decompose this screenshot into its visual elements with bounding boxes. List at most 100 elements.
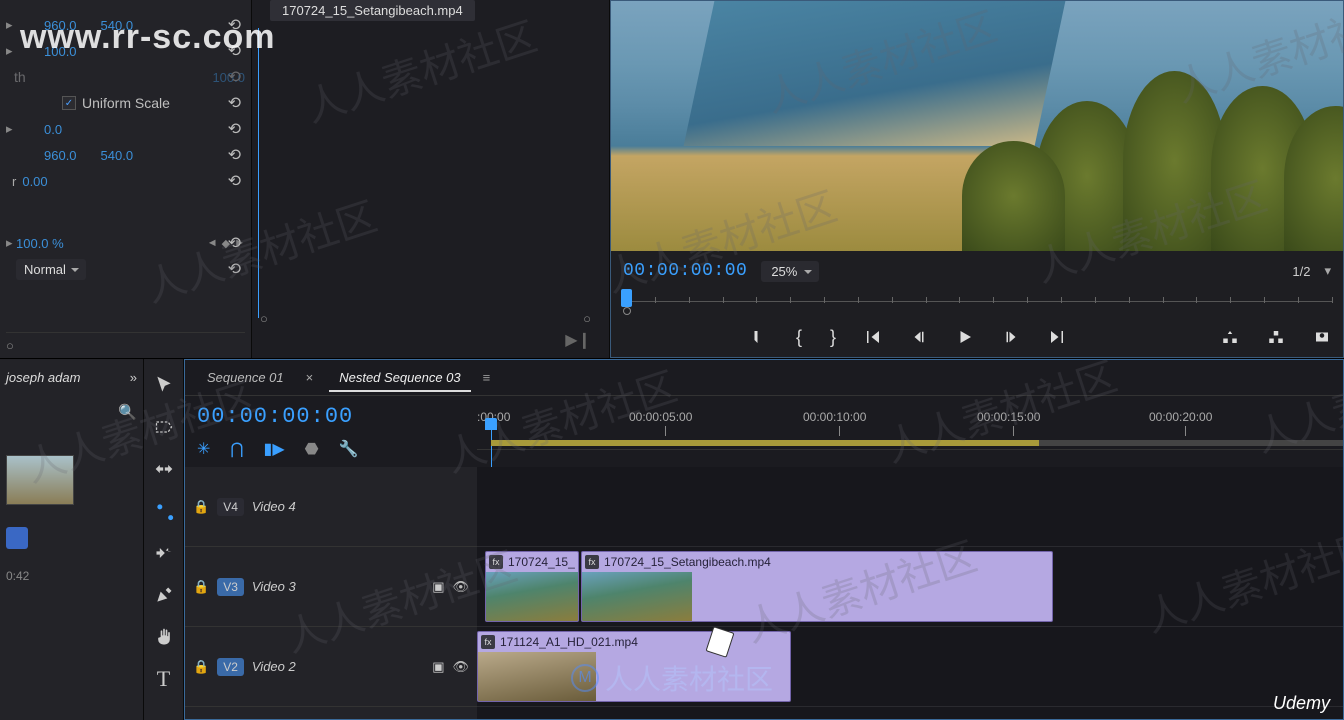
linked-selection-icon[interactable]: ▮▶: [264, 439, 285, 459]
track-header-v3[interactable]: 🔒 V3 Video 3 ▣ 👁: [185, 547, 477, 627]
clip-fx-icon: fx: [489, 555, 503, 569]
bracket-in-icon[interactable]: {: [796, 327, 802, 348]
ruler-label: 00:00:15:00: [977, 410, 1040, 424]
blend-mode-dropdown[interactable]: Normal: [16, 259, 86, 280]
clip-v3-b[interactable]: fx 170724_15_Setangibeach.mp4: [581, 551, 1053, 622]
source-clip-tab[interactable]: 170724_15_Setangibeach.mp4: [270, 0, 475, 21]
settings-icon[interactable]: ▾: [1324, 263, 1331, 279]
track-tag[interactable]: V4: [217, 498, 244, 516]
razor-tool-icon[interactable]: [152, 499, 176, 523]
play-icon[interactable]: ▶❙: [565, 330, 591, 350]
rotation-value[interactable]: 0.0: [44, 122, 62, 137]
prev-keyframe-icon[interactable]: ◄: [207, 237, 218, 249]
project-clip-thumb[interactable]: [6, 455, 74, 505]
ruler-label: 00:00:20:00: [1149, 410, 1212, 424]
watermark-logo: M 人人素材社区: [571, 658, 773, 698]
uniform-scale-label: Uniform Scale: [82, 95, 245, 111]
project-tab[interactable]: joseph adam: [6, 370, 80, 385]
go-to-out-icon[interactable]: [1048, 328, 1066, 346]
work-area-bar[interactable]: [491, 440, 1039, 446]
program-preview[interactable]: [611, 1, 1343, 251]
settings-wrench-icon[interactable]: 🔧: [339, 439, 359, 459]
reset-icon: ⟲: [228, 67, 241, 87]
track-header-v2[interactable]: 🔒 V2 Video 2 ▣ 👁: [185, 627, 477, 707]
clip-fx-icon: fx: [585, 555, 599, 569]
program-monitor-panel: 00:00:00:00 25% 1/2 ▾ { }: [610, 0, 1344, 358]
export-frame-icon[interactable]: [1313, 328, 1331, 346]
project-panel: joseph adam » 🔍 0:42: [0, 359, 144, 720]
project-meta: 0:42: [6, 569, 137, 583]
clip-label: 170724_15_Setangibeach.mp4: [604, 555, 771, 569]
track-tag[interactable]: V2: [217, 658, 244, 676]
bracket-out-icon[interactable]: }: [830, 327, 836, 348]
program-scrubber[interactable]: [621, 291, 1333, 311]
ruler-label: 00:00:10:00: [803, 410, 866, 424]
udemy-logo: Udemy: [1273, 693, 1330, 714]
watermark-logo-text: 人人素材社区: [605, 658, 773, 698]
clip-label: 170724_15_: [508, 555, 575, 569]
anchor-y[interactable]: 540.0: [101, 148, 134, 163]
go-to-in-icon[interactable]: [864, 328, 882, 346]
search-icon[interactable]: 🔍: [118, 403, 137, 421]
toggle-output-icon[interactable]: ▣: [432, 659, 444, 675]
clip-v3-a[interactable]: fx 170724_15_: [485, 551, 579, 622]
uniform-scale-checkbox[interactable]: ✓: [62, 96, 76, 110]
pen-tool-icon[interactable]: [152, 583, 176, 607]
effect-timeline-area: 170724_15_Setangibeach.mp4 ○ ○ ▶❙: [252, 0, 610, 358]
resolution-dropdown[interactable]: 1/2: [1292, 264, 1310, 279]
toggle-output-icon[interactable]: ▣: [432, 579, 444, 595]
playhead-icon[interactable]: [621, 289, 632, 307]
timeline-tab-nested03[interactable]: Nested Sequence 03: [335, 364, 464, 391]
panel-overflow-icon[interactable]: »: [130, 370, 137, 385]
timeline-tab-sequence01[interactable]: Sequence 01: [203, 364, 288, 391]
step-back-icon[interactable]: [910, 328, 928, 346]
extract-icon[interactable]: [1267, 328, 1285, 346]
reset-icon[interactable]: ⟲: [228, 171, 241, 191]
lock-icon[interactable]: 🔒: [193, 579, 209, 595]
track-header-v4[interactable]: 🔒 V4 Video 4: [185, 467, 477, 547]
close-tab-icon[interactable]: ×: [306, 370, 314, 385]
type-tool-icon[interactable]: T: [152, 667, 176, 691]
slip-tool-icon[interactable]: [152, 541, 176, 565]
play-icon[interactable]: [956, 328, 974, 346]
antiflicker-value[interactable]: 0.00: [22, 174, 47, 189]
watermark-url: www.rr-sc.com: [20, 18, 275, 57]
tool-strip: T: [144, 359, 184, 720]
visibility-icon[interactable]: 👁: [452, 659, 469, 675]
clip-label: 171124_A1_HD_021.mp4: [500, 635, 638, 649]
snapping-icon[interactable]: ✳: [197, 439, 210, 459]
visibility-icon[interactable]: 👁: [452, 579, 469, 595]
timeline-ruler[interactable]: :00:00 00:00:05:00 00:00:10:00 00:00:15:…: [477, 396, 1343, 450]
project-sequence-icon[interactable]: [6, 527, 28, 549]
track-name: Video 2: [252, 659, 296, 674]
step-forward-icon[interactable]: [1002, 328, 1020, 346]
track-name: Video 3: [252, 579, 296, 594]
track-name: Video 4: [252, 499, 296, 514]
track-select-tool-icon[interactable]: [152, 415, 176, 439]
reset-icon[interactable]: ⟲: [228, 259, 241, 279]
scale-width-label: th: [14, 69, 212, 85]
reset-icon[interactable]: ⟲: [228, 93, 241, 113]
lock-icon[interactable]: 🔒: [193, 499, 209, 515]
timeline-timecode[interactable]: 00:00:00:00: [197, 404, 465, 429]
reset-icon[interactable]: ⟲: [228, 119, 241, 139]
program-timecode[interactable]: 00:00:00:00: [623, 261, 747, 281]
zoom-dropdown[interactable]: 25%: [761, 261, 819, 282]
ruler-label: 00:00:05:00: [629, 410, 692, 424]
clip-fx-icon: fx: [481, 635, 495, 649]
selection-tool-icon[interactable]: [152, 373, 176, 397]
hand-tool-icon[interactable]: [152, 625, 176, 649]
logo-icon: M: [571, 664, 599, 692]
lock-icon[interactable]: 🔒: [193, 659, 209, 675]
markers-icon[interactable]: ⬣: [305, 439, 319, 459]
magnet-icon[interactable]: ⋂: [230, 439, 243, 459]
anchor-x[interactable]: 960.0: [44, 148, 77, 163]
mark-in-icon[interactable]: [750, 328, 768, 346]
tab-menu-icon[interactable]: ≡: [483, 370, 491, 385]
ripple-edit-tool-icon[interactable]: [152, 457, 176, 481]
track-tag[interactable]: V3: [217, 578, 244, 596]
lift-icon[interactable]: [1221, 328, 1239, 346]
opacity-value[interactable]: 100.0 %: [16, 236, 64, 251]
reset-icon[interactable]: ⟲: [228, 233, 241, 253]
reset-icon[interactable]: ⟲: [228, 145, 241, 165]
